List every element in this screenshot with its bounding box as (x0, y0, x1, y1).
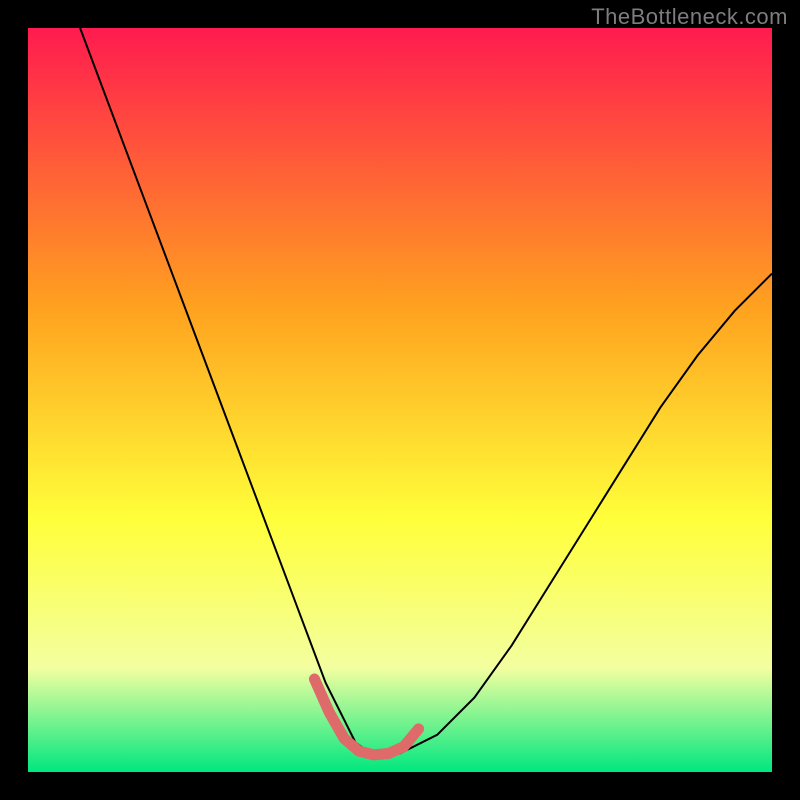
watermark-text: TheBottleneck.com (591, 4, 788, 30)
bottleneck-chart (0, 0, 800, 800)
plot-background (28, 28, 772, 772)
